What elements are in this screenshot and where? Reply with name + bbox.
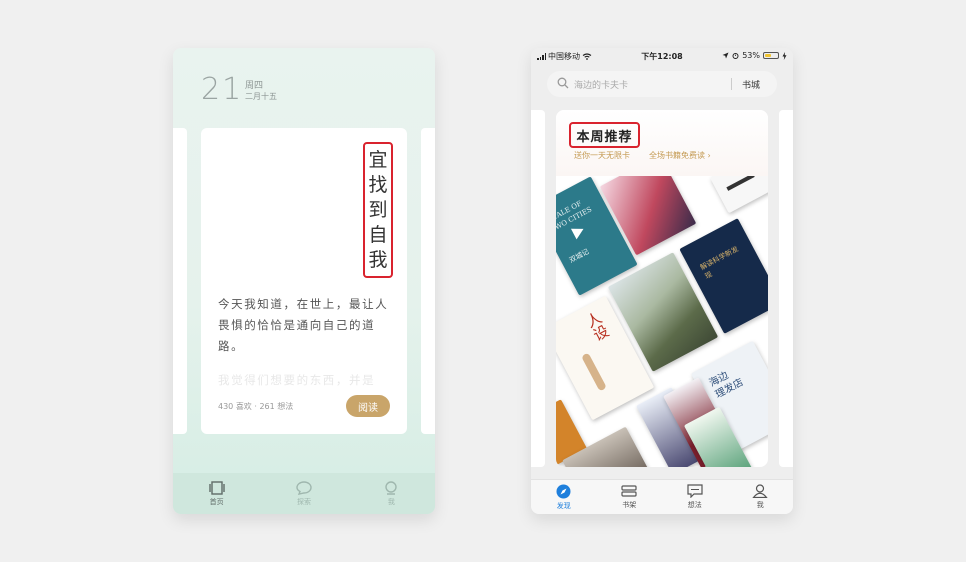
- card-stats: 430 喜欢 · 261 想法: [218, 402, 294, 411]
- date-day: 21: [201, 72, 244, 107]
- date-lunar: 二月十五: [245, 92, 277, 101]
- book-title: 人设: [581, 308, 612, 344]
- user-icon: [385, 480, 398, 495]
- previous-card-peek[interactable]: [531, 110, 545, 467]
- tab-me[interactable]: 我: [728, 480, 794, 514]
- search-icon: [557, 77, 569, 89]
- left-tab-bar: 首页 探索 我: [173, 473, 435, 514]
- user-icon: [752, 484, 768, 498]
- recommendation-title-highlight: 本周推荐: [569, 122, 640, 148]
- tab-label: 书架: [622, 501, 637, 509]
- card-title-char: 我: [368, 248, 388, 271]
- chat-bubble-icon: [296, 480, 312, 495]
- tab-label: 首页: [209, 497, 224, 506]
- search-placeholder[interactable]: 海边的卡夫卡: [574, 78, 628, 91]
- date-weekday: 周四: [245, 81, 264, 91]
- promo-free-books[interactable]: 全场书籍免费读 ›: [649, 150, 711, 161]
- next-card-peek[interactable]: [421, 128, 435, 434]
- card-title-char: 找: [368, 173, 388, 196]
- battery-percent: 53%: [742, 51, 760, 60]
- tab-bookshelf[interactable]: 书架: [597, 480, 663, 514]
- card-title-highlight: 宜 找 到 自 我: [363, 142, 393, 278]
- tab-label: 想法: [687, 501, 702, 509]
- tab-label: 发现: [556, 501, 571, 510]
- tab-discover[interactable]: 发现: [531, 480, 597, 514]
- card-excerpt-faded: 我觉得们想要的东西，并是: [218, 373, 376, 387]
- weekly-recommendation-card[interactable]: 本周推荐 送你一天无限卡 全场书籍免费读 › A TALE OF TWO CIT…: [556, 110, 768, 467]
- right-tab-bar: 发现 书架 想法 我: [531, 479, 793, 514]
- tab-explore[interactable]: 探索: [260, 473, 347, 514]
- card-excerpt: 今天我知道，在世上，最让人畏惧的恰恰是通向自己的道路。: [218, 297, 389, 353]
- card-title-char: 自: [368, 223, 388, 246]
- search-bar[interactable]: 海边的卡夫卡 书城: [547, 71, 777, 97]
- status-bar: 中国移动 下午12:08 53%: [531, 48, 793, 64]
- battery-icon: [763, 52, 779, 59]
- recommendation-title: 本周推荐: [576, 129, 633, 145]
- read-button[interactable]: 阅读: [346, 395, 390, 417]
- recommendation-header: 本周推荐 送你一天无限卡 全场书籍免费读 ›: [556, 110, 768, 176]
- book-title: 解读科学新发现: [698, 245, 740, 281]
- tab-home[interactable]: 首页: [173, 473, 260, 514]
- play-icon: [570, 228, 584, 240]
- tab-me[interactable]: 我: [348, 473, 435, 514]
- book-cover-white[interactable]: [710, 176, 768, 214]
- book-cover-collage[interactable]: A TALE OF TWO CITIES 双城记 解读科学新发现 人设: [556, 176, 768, 467]
- tab-thoughts[interactable]: 想法: [662, 480, 728, 514]
- book-subtitle: 双城记: [568, 247, 591, 265]
- card-title-char: 到: [368, 198, 388, 221]
- right-phone-screen: 中国移动 下午12:08 53% 海边的卡夫卡 书城 本周推荐 送你一天无限卡 …: [531, 48, 793, 514]
- location-arrow-icon: [722, 52, 729, 59]
- home-icon: [208, 480, 225, 495]
- tab-label: 我: [756, 501, 764, 509]
- daily-card[interactable]: 宜 找 到 自 我 今天我知道，在世上，最让人畏惧的恰恰是通向自己的道路。 我觉…: [201, 128, 407, 434]
- search-divider: [731, 78, 732, 90]
- message-icon: [687, 484, 703, 498]
- card-title-char: 宜: [368, 148, 388, 171]
- bookshelf-icon: [621, 485, 637, 497]
- battery-fill: [765, 54, 772, 57]
- next-card-peek[interactable]: [779, 110, 793, 467]
- promo-free-card[interactable]: 送你一天无限卡: [574, 150, 630, 161]
- charging-icon: [782, 51, 787, 60]
- left-phone-screen: 21 周四 二月十五 宜 找 到 自 我 今天我知道，在世上，最让人畏惧的恰恰是…: [173, 48, 435, 514]
- alarm-icon: [732, 53, 739, 59]
- previous-card-peek[interactable]: [173, 128, 187, 434]
- tab-label: 探索: [296, 497, 311, 506]
- bookstore-link[interactable]: 书城: [742, 78, 760, 91]
- compass-icon: [556, 484, 571, 498]
- tab-label: 我: [387, 497, 395, 506]
